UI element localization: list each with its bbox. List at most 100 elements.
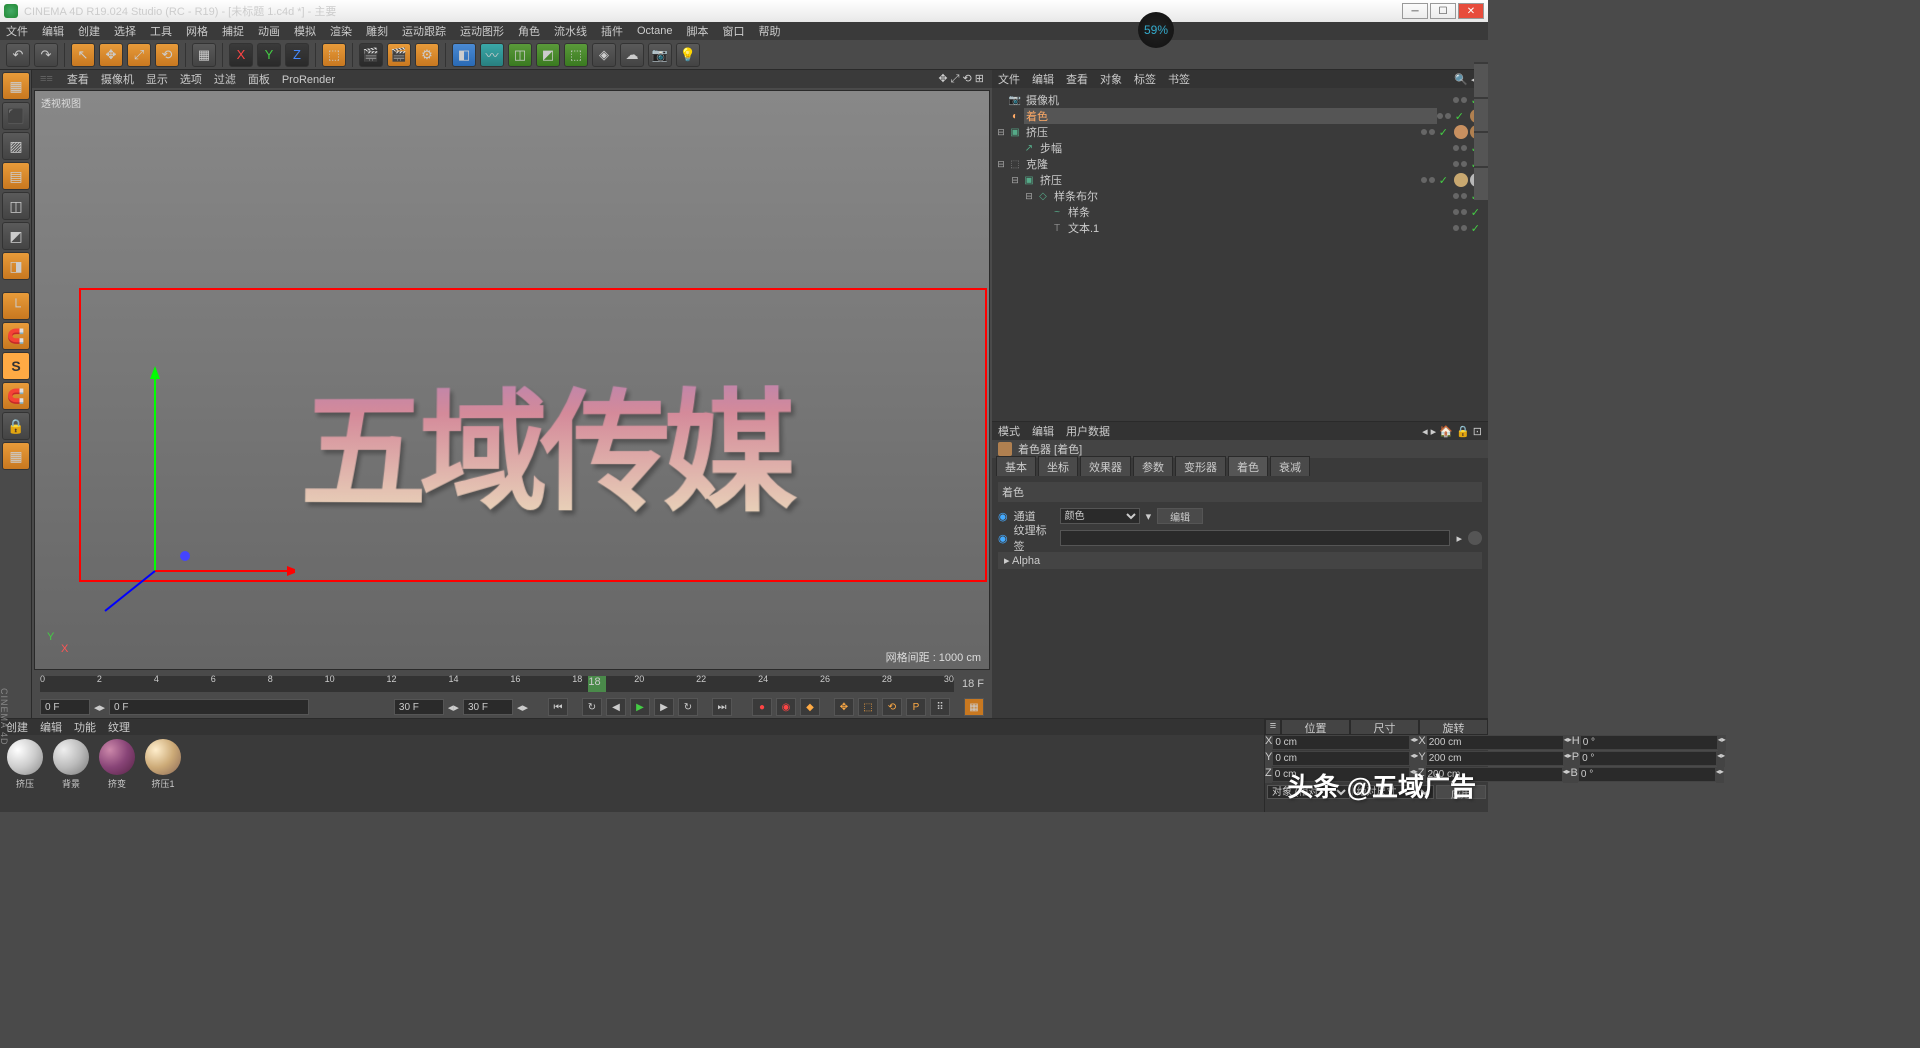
prev-frame-button[interactable]: ◀ (606, 698, 626, 716)
redo-button[interactable]: ↷ (34, 43, 58, 67)
scale-tool[interactable]: ⤢ (127, 43, 151, 67)
matmenu-功能[interactable]: 功能 (74, 719, 96, 735)
viewtab-过滤[interactable]: 过滤 (214, 74, 236, 86)
goto-start-button[interactable]: ⏮ (548, 698, 568, 716)
alpha-section[interactable]: ▸ Alpha (998, 552, 1482, 569)
viewtab-查看[interactable]: 查看 (67, 74, 89, 86)
right-edge-tabs[interactable] (1474, 62, 1488, 202)
menu-脚本[interactable]: 脚本 (686, 23, 708, 39)
menu-选择[interactable]: 选择 (114, 23, 136, 39)
matmenu-纹理[interactable]: 纹理 (108, 719, 130, 735)
grid-button[interactable]: ▦ (2, 442, 30, 470)
textag-input[interactable] (1060, 530, 1451, 546)
menu-模拟[interactable]: 模拟 (294, 23, 316, 39)
snap-button[interactable]: 🧲 (2, 322, 30, 350)
tree-row-着色[interactable]: ◐着色✓ (992, 108, 1488, 124)
menu-雕刻[interactable]: 雕刻 (366, 23, 388, 39)
next-frame-button[interactable]: ▶ (654, 698, 674, 716)
keyframe-button[interactable]: ◆ (800, 698, 820, 716)
workplane-button[interactable]: ▤ (2, 162, 30, 190)
render-region-button[interactable]: 🎬 (387, 43, 411, 67)
cloner-button[interactable]: ⬚ (564, 43, 588, 67)
key-rot-button[interactable]: ⟲ (882, 698, 902, 716)
objmenu-编辑[interactable]: 编辑 (1032, 71, 1054, 87)
camera-button[interactable]: 📷 (648, 43, 672, 67)
frame-total-input[interactable] (463, 699, 513, 715)
z-axis-toggle[interactable]: Z (285, 43, 309, 67)
animation-mode-button[interactable]: ▦ (964, 698, 984, 716)
edit-button[interactable]: 编辑 (1157, 508, 1203, 524)
model-mode-button[interactable]: ▦ (2, 72, 30, 100)
attrtab-着色[interactable]: 着色 (1228, 456, 1268, 478)
generator2-button[interactable]: ◩ (536, 43, 560, 67)
menu-编辑[interactable]: 编辑 (42, 23, 64, 39)
forward-button[interactable]: ↻ (678, 698, 698, 716)
viewtab-摄像机[interactable]: 摄像机 (101, 74, 134, 86)
axis-toggle-button[interactable]: └ (2, 292, 30, 320)
tree-row-文本.1[interactable]: T文本.1✓ (992, 220, 1488, 236)
material-挤压1[interactable]: 挤压1 (142, 739, 184, 808)
attrtab-坐标[interactable]: 坐标 (1038, 456, 1078, 478)
y-axis-toggle[interactable]: Y (257, 43, 281, 67)
frame-end-input[interactable] (394, 699, 444, 715)
material-挤变[interactable]: 挤变 (96, 739, 138, 808)
objmenu-文件[interactable]: 文件 (998, 71, 1020, 87)
timeline-marker[interactable]: 18 (588, 676, 606, 692)
coord-system-button[interactable]: ⬚ (322, 43, 346, 67)
menu-文件[interactable]: 文件 (6, 23, 28, 39)
snap2-button[interactable]: 🧲 (2, 382, 30, 410)
minimize-button[interactable]: ─ (1402, 3, 1428, 19)
environment-button[interactable]: ☁ (620, 43, 644, 67)
attrtab-变形器[interactable]: 变形器 (1175, 456, 1226, 478)
render-view-button[interactable]: 🎬 (359, 43, 383, 67)
key-scale-button[interactable]: ⬚ (858, 698, 878, 716)
menu-运动图形[interactable]: 运动图形 (460, 23, 504, 39)
tree-row-摄像机[interactable]: 📷摄像机✓ (992, 92, 1488, 108)
key-param-button[interactable]: P (906, 698, 926, 716)
channel-select[interactable]: 颜色 (1060, 508, 1140, 524)
cube-primitive-button[interactable]: ◧ (452, 43, 476, 67)
menu-捕捉[interactable]: 捕捉 (222, 23, 244, 39)
timeline[interactable]: 024681012141618202224262830 18 18 F (32, 672, 992, 696)
rotate-tool[interactable]: ⟲ (155, 43, 179, 67)
soft-select-button[interactable]: S (2, 352, 30, 380)
objmenu-标签[interactable]: 标签 (1134, 71, 1156, 87)
objmenu-书签[interactable]: 书签 (1168, 71, 1190, 87)
generator-button[interactable]: ◫ (508, 43, 532, 67)
menu-角色[interactable]: 角色 (518, 23, 540, 39)
matmenu-编辑[interactable]: 编辑 (40, 719, 62, 735)
x-axis-toggle[interactable]: X (229, 43, 253, 67)
attrtab-基本[interactable]: 基本 (996, 456, 1036, 478)
loop-button[interactable]: ↻ (582, 698, 602, 716)
spline-button[interactable]: 〰 (480, 43, 504, 67)
light-button[interactable]: 💡 (676, 43, 700, 67)
menu-工具[interactable]: 工具 (150, 23, 172, 39)
attrtab-效果器[interactable]: 效果器 (1080, 456, 1131, 478)
attrtab-参数[interactable]: 参数 (1133, 456, 1173, 478)
menu-网格[interactable]: 网格 (186, 23, 208, 39)
select-tool[interactable]: ↖ (71, 43, 95, 67)
play-button[interactable]: ▶ (630, 698, 650, 716)
viewtab-选项[interactable]: 选项 (180, 74, 202, 86)
polygon-mode-button[interactable]: ◨ (2, 252, 30, 280)
tree-row-样条[interactable]: ~样条✓ (992, 204, 1488, 220)
tree-row-挤压[interactable]: ⊟▣挤压✓ (992, 124, 1488, 140)
objmenu-对象[interactable]: 对象 (1100, 71, 1122, 87)
frame-range-input[interactable] (109, 699, 309, 715)
edge-mode-button[interactable]: ◩ (2, 222, 30, 250)
material-挤压[interactable]: 挤压 (4, 739, 46, 808)
goto-end-button[interactable]: ⏭ (712, 698, 732, 716)
lock-button[interactable]: 🔒 (2, 412, 30, 440)
deformer-button[interactable]: ◈ (592, 43, 616, 67)
menu-动画[interactable]: 动画 (258, 23, 280, 39)
record-button[interactable]: ● (752, 698, 772, 716)
frame-start-input[interactable] (40, 699, 90, 715)
maximize-button[interactable]: ☐ (1430, 3, 1456, 19)
menu-插件[interactable]: 插件 (601, 23, 623, 39)
tree-row-样条布尔[interactable]: ⊟◇样条布尔✓ (992, 188, 1488, 204)
object-mode-button[interactable]: ⬛ (2, 102, 30, 130)
texture-mode-button[interactable]: ▨ (2, 132, 30, 160)
point-mode-button[interactable]: ◫ (2, 192, 30, 220)
attrtab-衰减[interactable]: 衰减 (1270, 456, 1310, 478)
material-背景[interactable]: 背景 (50, 739, 92, 808)
